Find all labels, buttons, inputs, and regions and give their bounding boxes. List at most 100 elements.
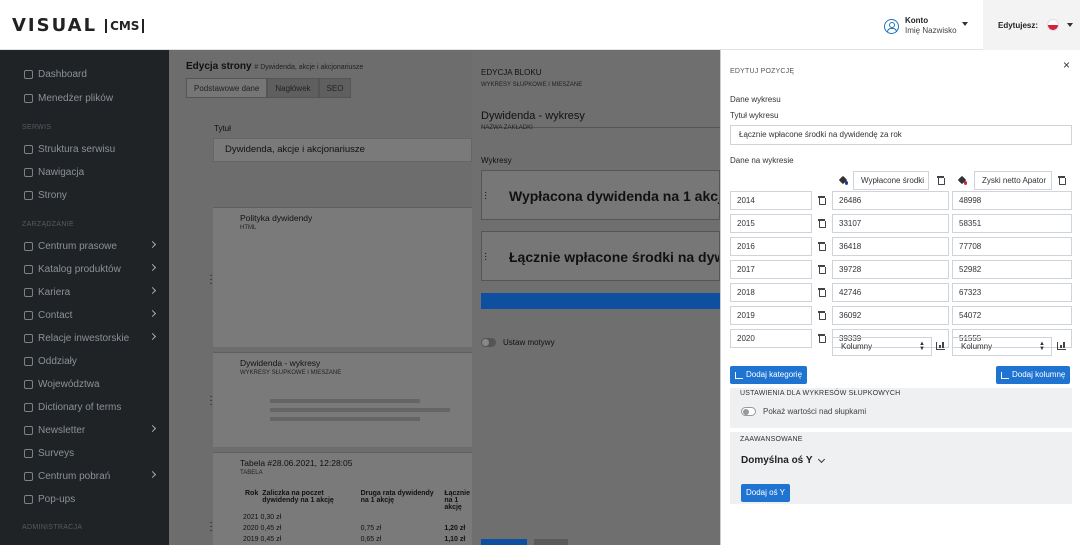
value-input[interactable]: 54072: [952, 306, 1072, 325]
sidebar-item-dictionary[interactable]: Dictionary of terms: [24, 399, 164, 415]
value-input[interactable]: 52982: [952, 260, 1072, 279]
tab-basic-data[interactable]: Podstawowe dane: [186, 78, 268, 98]
cancel-button[interactable]: [534, 539, 568, 545]
sidebar-item-newsletter[interactable]: Newsletter: [24, 422, 164, 438]
value-input[interactable]: 42746: [832, 283, 949, 302]
add-category-button[interactable]: Dodaj kategorię: [730, 366, 808, 384]
sidebar-item-file-manager[interactable]: Menedżer plików: [24, 90, 164, 106]
sidebar-item-press[interactable]: Centrum prasowe: [24, 238, 164, 254]
category-input[interactable]: 2016: [730, 237, 812, 256]
category-input[interactable]: 2018: [730, 283, 812, 302]
add-column-button[interactable]: Dodaj kolumnę: [996, 366, 1071, 384]
add-y-axis-button[interactable]: Dodaj oś Y: [741, 484, 790, 502]
sidebar-item-pages[interactable]: Strony: [24, 187, 164, 203]
fill-color-icon[interactable]: [958, 176, 967, 185]
themes-toggle-label: Ustaw motywy: [503, 338, 555, 347]
account-caret-icon[interactable]: [962, 22, 968, 26]
series-name-input[interactable]: Zyski netto Apator: [974, 171, 1052, 190]
series-type-select-b[interactable]: Kolumny ▲ ▼: [952, 337, 1052, 356]
content-block-card[interactable]: · · · Tabela #28.06.2021, 12:28:05 TABELA …: [209, 452, 472, 545]
fill-color-icon[interactable]: [839, 176, 848, 185]
show-values-label: Pokaż wartości nad słupkami: [763, 407, 867, 416]
series-name-input[interactable]: Wypłacone środki: [853, 171, 929, 190]
envelope-icon: [24, 310, 33, 320]
sidebar-item-navigation[interactable]: Nawigacja: [24, 164, 164, 180]
show-values-toggle[interactable]: Pokaż wartości nad słupkami: [741, 407, 866, 416]
drag-handle-icon[interactable]: · · ·: [209, 518, 213, 536]
title-field[interactable]: Dywidenda, akcje i akcjonariusze: [213, 138, 472, 162]
add-chart-button[interactable]: [481, 293, 720, 309]
chart-item[interactable]: · · · Wypłacona dywidenda na 1 akcję: [481, 170, 720, 220]
themes-toggle[interactable]: Ustaw motywy: [481, 338, 555, 347]
value-input[interactable]: 58351: [952, 214, 1072, 233]
trash-icon[interactable]: [818, 196, 826, 205]
content-block-card[interactable]: · · · Polityka dywidendy HTML: [209, 207, 472, 347]
sidebar-item-surveys[interactable]: Surveys: [24, 445, 164, 461]
category-input[interactable]: 2015: [730, 214, 812, 233]
value-input[interactable]: 39728: [832, 260, 949, 279]
page-title-text: Edycja strony: [186, 61, 252, 72]
bar-chart-icon[interactable]: [936, 342, 945, 350]
drag-handle-icon[interactable]: · · ·: [484, 188, 487, 204]
sidebar-item-structure[interactable]: Struktura serwisu: [24, 141, 164, 157]
trash-icon[interactable]: [937, 176, 945, 185]
value-input[interactable]: 33107: [832, 214, 949, 233]
table-cell: 1,10 zł: [444, 536, 466, 543]
tab-seo[interactable]: SEO: [318, 78, 352, 98]
sidebar-item-branches[interactable]: Oddziały: [24, 353, 164, 369]
chart-data-label: Dane wykresu: [730, 95, 781, 104]
trash-icon[interactable]: [818, 219, 826, 228]
card-type: HTML: [240, 225, 257, 231]
category-input[interactable]: 2014: [730, 191, 812, 210]
sidebar-item-investor[interactable]: Relacje inwestorskie: [24, 330, 164, 346]
sidebar-item-products[interactable]: Katalog produktów: [24, 261, 164, 277]
chart-item[interactable]: ··· Łącznie wpłacone środki na dywidendę: [481, 231, 720, 281]
block-edit-panel: EDYCJA BLOKU WYKRESY SŁUPKOWE I MIESZANE…: [472, 50, 720, 545]
language-caret-icon: [1067, 23, 1074, 27]
trash-icon[interactable]: [818, 265, 826, 274]
value-input[interactable]: 26486: [832, 191, 949, 210]
value-input[interactable]: 77708: [952, 237, 1072, 256]
trash-icon[interactable]: [818, 242, 826, 251]
value-input[interactable]: 67323: [952, 283, 1072, 302]
table-cell: 2019: [243, 536, 259, 543]
chart-title-input[interactable]: Łącznie wpłacone środki na dywidendę za …: [730, 125, 1072, 145]
trash-icon[interactable]: [1058, 176, 1066, 185]
tab-name-field[interactable]: Dywidenda - wykresy: [481, 110, 585, 122]
sidebar-item-downloads[interactable]: Centrum pobrań: [24, 468, 164, 484]
sidebar-item-voivodeships[interactable]: Województwa: [24, 376, 164, 392]
category-input[interactable]: 2017: [730, 260, 812, 279]
table-cell: 0,45 zł: [260, 536, 282, 543]
category-input[interactable]: 2020: [730, 329, 812, 348]
sidebar-item-contact[interactable]: Contact: [24, 307, 164, 323]
drag-handle-icon[interactable]: · · ·: [209, 392, 213, 410]
sidebar-item-label: Strony: [38, 189, 67, 201]
value-input[interactable]: 48998: [952, 191, 1072, 210]
briefcase-icon: [24, 287, 33, 297]
content-block-card[interactable]: · · · Dywidenda - wykresy WYKRESY SŁUPKOWE…: [209, 352, 472, 447]
sidebar-item-dashboard[interactable]: Dashboard: [24, 66, 164, 82]
save-button[interactable]: [481, 539, 527, 545]
default-y-axis-toggle[interactable]: Domyślna oś Y: [741, 455, 825, 466]
bar-chart-icon[interactable]: [1057, 342, 1066, 350]
trash-icon[interactable]: [818, 288, 826, 297]
trash-icon[interactable]: [818, 334, 826, 343]
user-icon: [884, 18, 899, 34]
logo[interactable]: VISUAL CMS: [12, 15, 145, 36]
drag-handle-icon[interactable]: · · ·: [209, 271, 213, 289]
sidebar: Dashboard Menedżer plików SERWIS Struktu…: [0, 50, 169, 545]
account-menu[interactable]: Konto Imię Nazwisko: [884, 16, 957, 36]
toggle-switch[interactable]: [481, 338, 496, 347]
language-switcher[interactable]: Edytujesz:: [983, 0, 1080, 50]
tab-header[interactable]: Nagłówek: [267, 78, 319, 98]
toggle-switch[interactable]: [741, 407, 756, 416]
value-input[interactable]: 36092: [832, 306, 949, 325]
drag-handle-icon[interactable]: · · ·: [484, 249, 487, 265]
value-input[interactable]: 36418: [832, 237, 949, 256]
category-input[interactable]: 2019: [730, 306, 812, 325]
trash-icon[interactable]: [818, 311, 826, 320]
sidebar-item-popups[interactable]: Pop-ups: [24, 491, 164, 507]
close-icon[interactable]: ×: [1063, 58, 1070, 72]
series-type-select-a[interactable]: Kolumny ▲ ▼: [832, 337, 932, 356]
sidebar-item-career[interactable]: Kariera: [24, 284, 164, 300]
